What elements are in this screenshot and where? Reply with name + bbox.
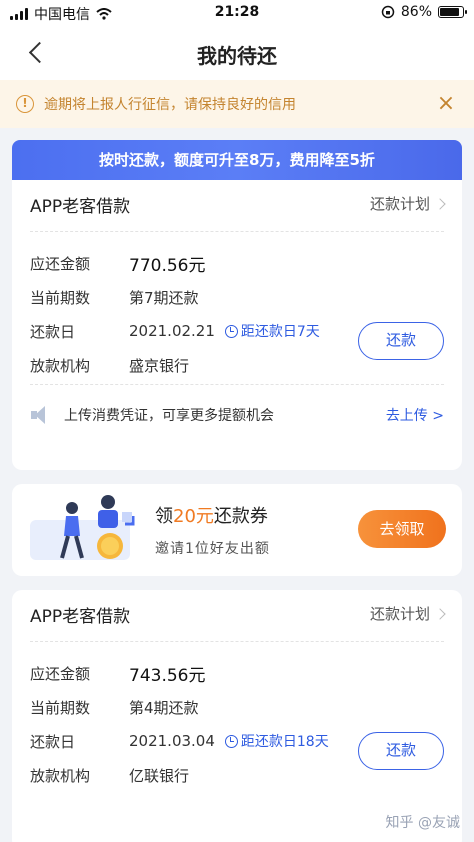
battery-icon	[438, 6, 467, 18]
upload-receipt-row[interactable]: 上传消费凭证，可享更多提额机会 去上传 >	[30, 384, 444, 444]
amount-value: 743.56元	[129, 665, 206, 686]
promo-banner[interactable]: 按时还款，额度可升至8万，费用降至5折	[12, 140, 462, 180]
coupon-title-prefix: 领	[155, 506, 173, 527]
period-row: 当前期数 第4期还款	[30, 690, 444, 724]
loan-card: APP老客借款 还款计划 应还金额 743.56元 当前期数 第4期还款 还款日…	[12, 590, 462, 842]
period-value: 第4期还款	[129, 698, 199, 717]
loan-details: 应还金额 770.56元 当前期数 第7期还款 还款日 2021.02.21 距…	[12, 232, 462, 384]
due-date-value: 2021.03.04	[129, 732, 215, 750]
close-icon[interactable]: ×	[434, 93, 458, 115]
repayment-plan-label: 还款计划	[369, 605, 430, 623]
clock-icon	[224, 734, 238, 748]
coupon-title: 领20元还款券	[155, 502, 268, 528]
period-label: 当前期数	[30, 698, 91, 717]
amount-row: 应还金额 770.56元	[30, 246, 444, 280]
amount-label: 应还金额	[30, 254, 91, 273]
invite-illustration-icon	[30, 495, 135, 560]
due-date-label: 还款日	[30, 732, 76, 751]
due-date-label: 还款日	[30, 322, 76, 341]
loan-title: APP老客借款	[30, 607, 131, 627]
countdown-text: 距还款日18天	[240, 734, 329, 750]
repayment-plan-link[interactable]: 还款计划	[369, 603, 446, 624]
coupon-amount: 20元	[173, 506, 214, 527]
clock-icon	[224, 324, 238, 338]
rotation-lock-icon	[381, 5, 395, 19]
repay-button[interactable]: 还款	[358, 322, 444, 360]
warning-icon: !	[16, 95, 34, 113]
lender-value: 亿联银行	[129, 766, 190, 785]
repayment-plan-label: 还款计划	[369, 195, 430, 213]
period-row: 当前期数 第7期还款	[30, 280, 444, 314]
speaker-icon	[30, 405, 54, 425]
amount-row: 应还金额 743.56元	[30, 656, 444, 690]
period-value: 第7期还款	[129, 288, 199, 307]
amount-value: 770.56元	[129, 255, 206, 276]
lender-label: 放款机构	[30, 766, 91, 785]
lender-label: 放款机构	[30, 356, 91, 375]
countdown-tag: 距还款日18天	[224, 731, 329, 751]
countdown-tag: 距还款日7天	[224, 321, 320, 341]
loan-card: APP老客借款 还款计划 应还金额 770.56元 当前期数 第7期还款 还款日…	[12, 180, 462, 470]
notice-text: 逾期将上报人行征信，请保持良好的信用	[44, 97, 296, 113]
lender-value: 盛京银行	[129, 356, 190, 375]
countdown-text: 距还款日7天	[240, 324, 320, 340]
loan-card-header: APP老客借款 还款计划	[30, 590, 446, 642]
repayment-plan-link[interactable]: 还款计划	[369, 193, 446, 214]
status-bar: 中国电信 21:28 86%	[0, 0, 474, 26]
coupon-subtitle: 邀请1位好友出额	[155, 541, 270, 557]
battery-percent: 86%	[400, 4, 432, 20]
chevron-right-icon	[434, 197, 446, 210]
page-title: 我的待还	[197, 44, 277, 68]
status-right: 86%	[381, 4, 467, 20]
repay-button[interactable]: 还款	[358, 732, 444, 770]
coupon-card: 领20元还款券 邀请1位好友出额 去领取	[12, 484, 462, 576]
upload-text: 上传消费凭证，可享更多提额机会	[64, 407, 274, 424]
nav-bar: 我的待还	[0, 26, 474, 80]
credit-notice: ! 逾期将上报人行征信，请保持良好的信用 ×	[0, 80, 474, 128]
loan-title: APP老客借款	[30, 197, 131, 217]
period-label: 当前期数	[30, 288, 91, 307]
watermark: 知乎 @友诚	[385, 815, 460, 831]
chevron-right-icon	[434, 607, 446, 620]
claim-coupon-button[interactable]: 去领取	[358, 510, 446, 548]
coupon-title-suffix: 还款券	[213, 506, 268, 527]
due-date-value: 2021.02.21	[129, 322, 215, 340]
loan-details: 应还金额 743.56元 当前期数 第4期还款 还款日 2021.03.04 距…	[12, 642, 462, 794]
amount-label: 应还金额	[30, 664, 91, 683]
loan-card-header: APP老客借款 还款计划	[30, 180, 446, 232]
upload-link[interactable]: 去上传 >	[386, 405, 444, 425]
